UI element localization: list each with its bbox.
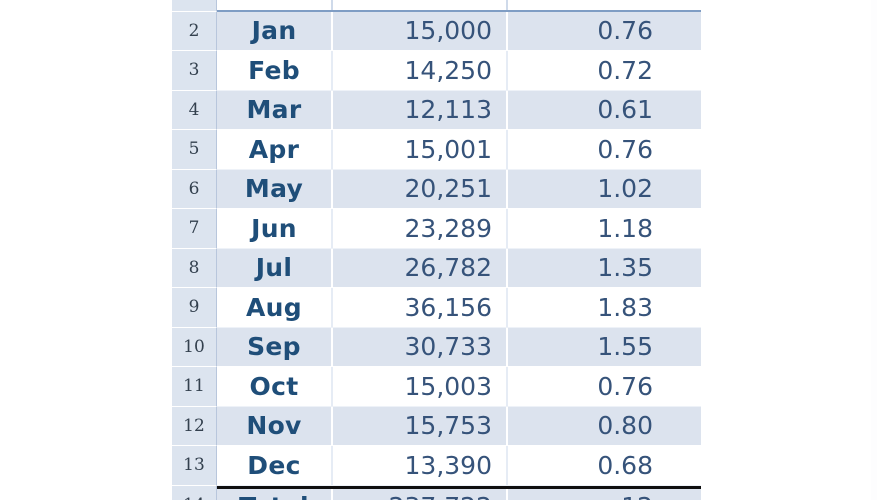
cell-index[interactable]: 1.02 (508, 170, 701, 209)
row-number-5[interactable]: 5 (172, 130, 217, 170)
cell-gross-sales[interactable]: 15,753 (333, 406, 508, 445)
cell-gross-sales[interactable]: 15,000 (333, 11, 508, 50)
table-row: 8 Jul 26,782 1.35 (172, 248, 701, 288)
table-row: 5 Apr 15,001 0.76 (172, 130, 701, 170)
cell-gross-sales[interactable]: 26,782 (333, 248, 508, 287)
cell-month[interactable]: Jul (217, 248, 333, 287)
cell-index[interactable]: 0.76 (508, 367, 701, 406)
table-row: 2 Jan 15,000 0.76 (172, 11, 701, 51)
cell-gross-sales[interactable]: 15,003 (333, 367, 508, 406)
column-header-month[interactable]: Month (217, 0, 333, 10)
table-row: 12 Nov 15,753 0.80 (172, 406, 701, 446)
cell-total-gross-sales[interactable]: 237,722 (333, 488, 508, 500)
table-row: 7 Jun 23,289 1.18 (172, 209, 701, 249)
table-row: 13 Dec 13,390 0.68 (172, 446, 701, 486)
cell-index[interactable]: 1.83 (508, 288, 701, 327)
row-number-12[interactable]: 12 (172, 406, 217, 446)
table-header-row: 1 Month Gross Sales Index (172, 0, 701, 12)
cell-month[interactable]: May (217, 169, 333, 208)
cell-index[interactable]: 0.76 (508, 12, 701, 51)
cell-month[interactable]: Jun (217, 209, 333, 248)
table-row: 10 Sep 30,733 1.55 (172, 327, 701, 367)
cell-gross-sales[interactable]: 13,390 (333, 446, 508, 485)
cell-gross-sales[interactable]: 20,251 (333, 169, 508, 208)
cell-month[interactable]: Aug (217, 288, 333, 327)
table-row: 4 Mar 12,113 0.61 (172, 90, 701, 130)
spreadsheet-grid[interactable]: 1 Month Gross Sales Index 2 Jan 15,000 0… (172, 0, 701, 500)
row-number-13[interactable]: 13 (172, 446, 217, 486)
cell-gross-sales[interactable]: 23,289 (333, 209, 508, 248)
cell-total-index[interactable]: 12 (508, 489, 701, 500)
row-number-8[interactable]: 8 (172, 248, 217, 288)
cell-month[interactable]: Nov (217, 406, 333, 445)
cell-index[interactable]: 0.80 (508, 407, 701, 446)
cell-index[interactable]: 0.68 (508, 446, 701, 485)
table-row: 6 May 20,251 1.02 (172, 169, 701, 209)
cell-month[interactable]: Feb (217, 51, 333, 90)
row-number-10[interactable]: 10 (172, 327, 217, 367)
cell-gross-sales[interactable]: 30,733 (333, 327, 508, 366)
cell-month[interactable]: Dec (217, 446, 333, 485)
cell-month[interactable]: Oct (217, 367, 333, 406)
cell-index[interactable]: 1.35 (508, 249, 701, 288)
cell-index[interactable]: 1.55 (508, 328, 701, 367)
row-number-4[interactable]: 4 (172, 90, 217, 130)
table-total-row: 14 Total 237,722 12 (172, 485, 701, 500)
cell-index[interactable]: 0.76 (508, 130, 701, 169)
spreadsheet-screen: 1 Month Gross Sales Index 2 Jan 15,000 0… (0, 0, 877, 500)
row-number-1[interactable]: 1 (172, 0, 217, 12)
table-row: 3 Feb 14,250 0.72 (172, 51, 701, 91)
column-header-index[interactable]: Index (508, 0, 701, 10)
cell-index[interactable]: 0.61 (508, 91, 701, 130)
row-number-6[interactable]: 6 (172, 169, 217, 209)
row-number-14[interactable]: 14 (172, 485, 217, 500)
cell-index[interactable]: 1.18 (508, 209, 701, 248)
cell-index[interactable]: 0.72 (508, 51, 701, 90)
vertical-scrollbar[interactable] (871, 0, 877, 500)
cell-gross-sales[interactable]: 36,156 (333, 288, 508, 327)
row-number-11[interactable]: 11 (172, 367, 217, 407)
cell-gross-sales[interactable]: 12,113 (333, 90, 508, 129)
table-row: 9 Aug 36,156 1.83 (172, 288, 701, 328)
row-number-3[interactable]: 3 (172, 51, 217, 91)
table-row: 11 Oct 15,003 0.76 (172, 367, 701, 407)
cell-gross-sales[interactable]: 15,001 (333, 130, 508, 169)
cell-month[interactable]: Sep (217, 327, 333, 366)
row-number-2[interactable]: 2 (172, 11, 217, 51)
cell-month[interactable]: Jan (217, 11, 333, 50)
cell-gross-sales[interactable]: 14,250 (333, 51, 508, 90)
cell-month[interactable]: Apr (217, 130, 333, 169)
column-header-gross-sales[interactable]: Gross Sales (333, 0, 508, 10)
row-number-7[interactable]: 7 (172, 209, 217, 249)
row-number-9[interactable]: 9 (172, 288, 217, 328)
cell-total-label[interactable]: Total (217, 488, 333, 500)
cell-month[interactable]: Mar (217, 90, 333, 129)
